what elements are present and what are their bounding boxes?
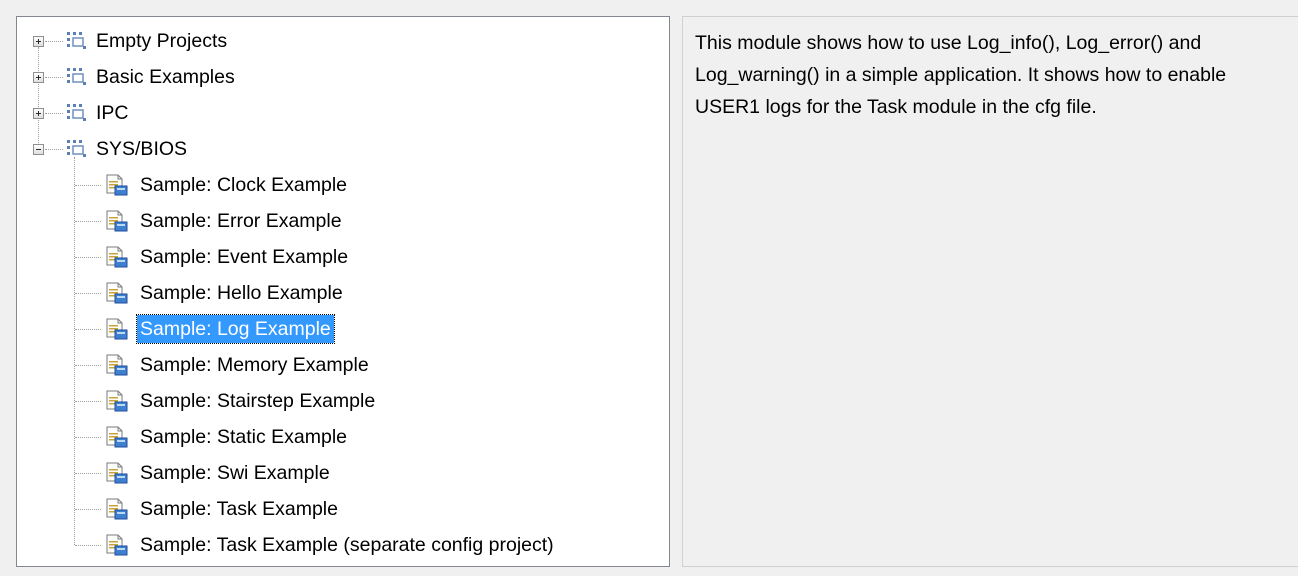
tree-connector bbox=[75, 509, 101, 510]
tree-connector bbox=[75, 401, 101, 402]
tree-item-label: Sample: Hello Example bbox=[140, 282, 343, 304]
tree-item-label: Sample: Clock Example bbox=[140, 174, 347, 196]
project-folder-icon bbox=[67, 104, 86, 121]
project-folder-icon bbox=[67, 68, 86, 85]
description-pane: This module shows how to use Log_info(),… bbox=[682, 16, 1298, 567]
tree-item-example[interactable]: Sample: Task Example bbox=[17, 491, 657, 527]
tree-connector bbox=[75, 437, 101, 438]
collapse-minus-icon[interactable] bbox=[33, 144, 44, 155]
tree-item-example[interactable]: Sample: Memory Example bbox=[17, 347, 657, 383]
tree-connector bbox=[75, 545, 101, 546]
tree-connector bbox=[75, 473, 101, 474]
tree-connector bbox=[75, 365, 101, 366]
tree-item-label: Sample: Static Example bbox=[140, 426, 348, 448]
tree-item-example[interactable]: Sample: Error Example bbox=[17, 203, 657, 239]
tree-item-label-selected: Sample: Log Example bbox=[136, 314, 335, 344]
expand-plus-icon[interactable] bbox=[33, 108, 44, 119]
tree-connector bbox=[75, 293, 101, 294]
tree-item-ipc[interactable]: IPC bbox=[17, 95, 657, 131]
example-project-icon bbox=[103, 208, 129, 234]
tree-item-example[interactable]: Sample: Log Example bbox=[17, 311, 657, 347]
example-project-icon bbox=[103, 460, 129, 486]
tree-connector bbox=[75, 221, 101, 222]
tree-item-label: IPC bbox=[96, 102, 129, 124]
example-project-icon bbox=[103, 316, 129, 342]
tree-connector bbox=[75, 257, 101, 258]
expand-plus-icon[interactable] bbox=[33, 36, 44, 47]
example-project-icon bbox=[103, 388, 129, 414]
tree-item-label: Sample: Task Example (separate config pr… bbox=[140, 534, 554, 556]
tree-item-label: Sample: Task Example bbox=[140, 498, 338, 520]
tree-item-label: Sample: Event Example bbox=[140, 246, 349, 268]
tree-item-label: Sample: Memory Example bbox=[140, 354, 369, 376]
project-folder-icon bbox=[67, 32, 86, 49]
tree-item-example[interactable]: Sample: Event Example bbox=[17, 239, 657, 275]
tree-item-empty-projects[interactable]: Empty Projects bbox=[17, 23, 657, 59]
tree-item-label: Empty Projects bbox=[96, 30, 228, 52]
expand-plus-icon[interactable] bbox=[33, 72, 44, 83]
tree-item-example[interactable]: Sample: Swi Example bbox=[17, 455, 657, 491]
tree-connector bbox=[75, 185, 101, 186]
project-tree[interactable]: Empty Projects Basic Examples IPC SYS/BI… bbox=[16, 16, 670, 567]
example-project-icon bbox=[103, 172, 129, 198]
tree-item-label: SYS/BIOS bbox=[96, 138, 188, 160]
example-project-icon bbox=[103, 532, 129, 558]
tree-item-example[interactable]: Sample: Hello Example bbox=[17, 275, 657, 311]
tree-item-example[interactable]: Sample: Static Example bbox=[17, 419, 657, 455]
tree-item-example[interactable]: Sample: Task Example (separate config pr… bbox=[17, 527, 657, 563]
description-text: This module shows how to use Log_info(),… bbox=[695, 32, 1227, 118]
tree-item-example[interactable]: Sample: Clock Example bbox=[17, 167, 657, 203]
example-project-icon bbox=[103, 244, 129, 270]
project-folder-icon bbox=[67, 140, 86, 157]
tree-item-example[interactable]: Sample: Stairstep Example bbox=[17, 383, 657, 419]
tree-item-sys-bios[interactable]: SYS/BIOS bbox=[17, 131, 657, 167]
example-project-icon bbox=[103, 496, 129, 522]
example-project-icon bbox=[103, 352, 129, 378]
tree-item-label: Basic Examples bbox=[96, 66, 235, 88]
tree-item-label: Sample: Error Example bbox=[140, 210, 342, 232]
tree-item-label: Sample: Stairstep Example bbox=[140, 390, 376, 412]
tree-item-label: Sample: Swi Example bbox=[140, 462, 330, 484]
example-project-icon bbox=[103, 280, 129, 306]
example-project-icon bbox=[103, 424, 129, 450]
tree-item-basic-examples[interactable]: Basic Examples bbox=[17, 59, 657, 95]
tree-connector bbox=[75, 329, 101, 330]
